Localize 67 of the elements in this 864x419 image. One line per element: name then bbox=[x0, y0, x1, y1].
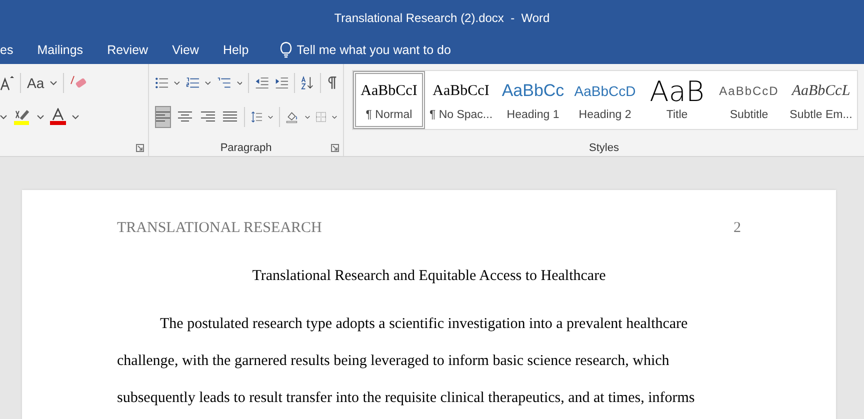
style-preview: AaB bbox=[650, 79, 704, 103]
style-name: Heading 2 bbox=[578, 109, 632, 121]
ribbon-tab[interactable]: es bbox=[0, 35, 26, 64]
caret-icon bbox=[174, 80, 180, 86]
ribbon-tab[interactable]: Help bbox=[210, 35, 261, 64]
caret-icon bbox=[332, 114, 337, 120]
tell-me-search-field[interactable]: Tell me what you want to do bbox=[294, 42, 499, 58]
caret-icon bbox=[304, 114, 310, 120]
dialog-launcher-icon[interactable] bbox=[136, 144, 144, 152]
style-preview: AaBbCcL bbox=[792, 82, 850, 100]
pilcrow-icon[interactable] bbox=[326, 75, 337, 91]
ribbon-tab[interactable]: View bbox=[160, 35, 211, 64]
caret-icon bbox=[50, 80, 58, 86]
caret-icon bbox=[236, 80, 242, 86]
style-option[interactable]: AaBbCcI ¶ Normal bbox=[353, 71, 425, 129]
page-number: 2 bbox=[734, 220, 741, 238]
style-name: Title bbox=[666, 109, 688, 121]
caret-icon bbox=[72, 114, 79, 120]
ribbon-tab[interactable]: Mailings bbox=[25, 35, 96, 64]
increase-indent-icon[interactable] bbox=[274, 76, 288, 90]
style-preview: AaBbCcD bbox=[719, 83, 779, 100]
ribbon-tab[interactable]: Review bbox=[95, 35, 160, 64]
caret-icon bbox=[268, 114, 274, 120]
grow-font-icon[interactable] bbox=[0, 75, 14, 91]
group-label: Styles bbox=[589, 142, 619, 154]
numbering-icon[interactable] bbox=[186, 76, 200, 90]
decrease-indent-icon[interactable] bbox=[255, 76, 269, 90]
highlighter-icon[interactable] bbox=[13, 108, 31, 126]
multilevel-list-icon[interactable] bbox=[217, 76, 231, 90]
align-center-icon bbox=[178, 111, 192, 123]
caret-icon bbox=[205, 80, 212, 86]
alignment-button[interactable] bbox=[155, 106, 172, 128]
dialog-launcher-icon[interactable] bbox=[331, 144, 339, 152]
bullets-icon[interactable] bbox=[155, 76, 168, 90]
style-option[interactable]: AaBbCcL Subtle Em... bbox=[785, 71, 857, 129]
style-preview: AaBbCc bbox=[502, 80, 564, 102]
lightbulb-icon bbox=[278, 40, 293, 58]
style-option[interactable]: AaBbCc Heading 1 bbox=[497, 71, 569, 129]
style-option[interactable]: AaB Title bbox=[641, 71, 713, 129]
style-preview: AaBbCcI bbox=[360, 82, 418, 100]
style-preview: AaBbCcD bbox=[574, 82, 636, 101]
document-title: Translational Research and Equitable Access to Healthcare bbox=[252, 268, 606, 284]
style-preview: AaBbCcI bbox=[432, 82, 490, 100]
group-label: Paragraph bbox=[220, 142, 272, 154]
align-left-icon bbox=[156, 111, 170, 123]
align-right-icon bbox=[200, 111, 215, 123]
font-color-icon[interactable] bbox=[50, 108, 66, 126]
change-case-button[interactable]: Aa bbox=[27, 75, 44, 91]
style-option[interactable]: AaBbCcD Heading 2 bbox=[569, 71, 641, 129]
align-justify-icon bbox=[223, 111, 238, 123]
borders-icon[interactable] bbox=[316, 110, 326, 124]
style-name: ¶ No Spac... bbox=[429, 109, 493, 121]
body-text-line: The postulated research type adopts a scientific investigation into a prevalent healthcare bbox=[160, 316, 688, 332]
sort-icon[interactable] bbox=[300, 75, 314, 91]
running-head: TRANSLATIONAL RESEARCH bbox=[117, 220, 322, 238]
style-name: Subtitle bbox=[730, 109, 768, 121]
style-name: Heading 1 bbox=[506, 109, 560, 121]
style-name: Subtle Em... bbox=[790, 109, 852, 121]
body-text-line: subsequently leads to result transfer into the requisite clinical therapeutics, and at times, informs bbox=[117, 390, 695, 406]
style-name: ¶ Normal bbox=[366, 109, 412, 121]
style-option[interactable]: AaBbCcI ¶ No Spac... bbox=[425, 71, 497, 129]
style-option[interactable]: AaBbCcD Subtitle bbox=[713, 71, 785, 129]
body-text-line: challenge, with the garnered results being leveraged to inform basic science research, which bbox=[117, 353, 670, 369]
line-spacing-icon[interactable] bbox=[250, 109, 262, 125]
caret-icon bbox=[0, 114, 7, 120]
window-title: Translational Research (2).docx - Word bbox=[334, 10, 550, 24]
caret-icon bbox=[37, 114, 44, 120]
